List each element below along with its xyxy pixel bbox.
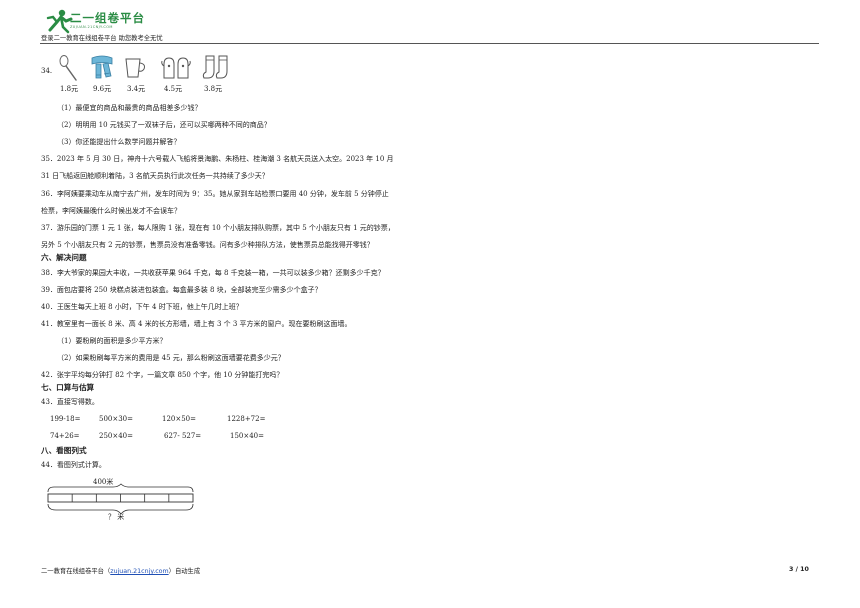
q43-stem: 43．直接写得数。: [41, 398, 99, 406]
price-gloves: 4.5元: [164, 85, 183, 93]
logo-subtext: ZUJUAN.21CNJY.COM: [70, 25, 113, 29]
price-scarf: 9.6元: [93, 85, 112, 93]
q38-text: 38．李大爷家的果园大丰收，一共收获苹果 964 千克，每 8 千克装一箱，一共…: [41, 269, 385, 277]
section-six-heading: 六、解决问题: [41, 253, 87, 262]
calc-r2-c3: 627- 527=: [164, 432, 202, 440]
q42-text: 42．张宇平均每分钟打 82 个字，一篇文章 850 个字，他 10 分钟能打完…: [41, 371, 284, 379]
section-eight-heading: 八、看图列式: [41, 446, 87, 455]
gloves-icon: [161, 57, 191, 79]
worksheet-page: 二一组卷平台 ZUJUAN.21CNJY.COM 登录二一教育在线组卷平台 助您…: [0, 0, 860, 608]
calc-r1-c2: 500×30=: [99, 415, 133, 423]
q36-line1: 36．李阿姨要乘动车从南宁去广州，发车时间为 9：35。她从家到车站检票口要用 …: [41, 190, 389, 198]
footer-link[interactable]: zujuan.21cnjy.com: [110, 568, 168, 575]
footer-left-text: 二一教育在线组卷平台（: [41, 568, 111, 575]
calc-r1-c3: 120×50=: [162, 415, 196, 423]
q44-stem: 44．看图列式计算。: [41, 461, 106, 469]
spoon-icon: [59, 55, 77, 81]
cup-icon: [125, 58, 145, 78]
calc-r1-c4: 1228+72=: [227, 415, 266, 423]
q35-line2: 31 日飞船返回舱顺利着陆，3 名航天员执行此次任务一共持续了多少天？: [41, 172, 269, 180]
q35-line1: 35．2023 年 5 月 30 日，神舟十六号载人飞船将景海鹏、朱杨柱、桂海潮…: [41, 155, 394, 163]
q39-text: 39．面包店要将 250 块糕点装进包装盒。每盒最多装 8 块，全部装完至少需多…: [41, 286, 322, 294]
top-brace: [47, 483, 194, 493]
page-footer: 二一教育在线组卷平台（zujuan.21cnjy.com）自动生成: [41, 566, 200, 575]
header-tagline: 登录二一教育在线组卷平台 助您教考全无忧: [41, 35, 163, 42]
q36-line2: 检票，李阿姨最晚什么时候出发才不会误车？: [41, 207, 181, 215]
q37-line1: 37．游乐园的门票 1 元 1 张，每人限购 1 张，现在有 10 个小朋友排队…: [41, 224, 395, 232]
page-number: 3 / 10: [789, 566, 809, 573]
diagram-bottom-label: ？ 米: [108, 513, 125, 521]
q41-sub2: （2）如果粉刷每平方米的费用是 45 元，那么粉刷这面墙要花费多少元？: [57, 354, 285, 362]
q41-sub1: （1）要粉刷的面积是多少平方米？: [57, 337, 167, 345]
socks-icon: [202, 55, 228, 79]
q34-sub3: （3）你还能提出什么数学问题并解答？: [57, 138, 181, 146]
header-divider: [40, 43, 819, 44]
price-spoon: 1.8元: [60, 85, 79, 93]
calc-r2-c4: 150×40=: [230, 432, 264, 440]
price-socks: 3.8元: [204, 85, 223, 93]
scarf-icon: [91, 55, 113, 79]
footer-right-text: ）自动生成: [168, 568, 201, 575]
calc-r2-c2: 250×40=: [99, 432, 133, 440]
q34-sub2: （2）明明用 10 元钱买了一双袜子后，还可以买哪两种不同的商品？: [57, 121, 271, 129]
calc-r2-c1: 74+26=: [50, 432, 80, 440]
calc-r1-c1: 199-18=: [50, 415, 81, 423]
logo-text: 二一组卷平台: [70, 11, 145, 25]
q41-stem: 41．教室里有一面长 8 米、高 4 米的长方形墙，墙上有 3 个 3 平方米的…: [41, 320, 352, 328]
q34-sub1: （1）最便宜的商品和最贵的商品相差多少钱？: [57, 104, 202, 112]
q34-number: 34.: [41, 67, 53, 75]
q37-line2: 另外 5 个小朋友只有 2 元的钞票，售票员没有准备零钱。问有多少种排队方法，使…: [41, 241, 374, 249]
section-seven-heading: 七、口算与估算: [41, 383, 95, 392]
price-cup: 3.4元: [127, 85, 146, 93]
q40-text: 40．王医生每天上班 8 小时，下午 4 时下班，他上午几时上班？: [41, 303, 243, 311]
